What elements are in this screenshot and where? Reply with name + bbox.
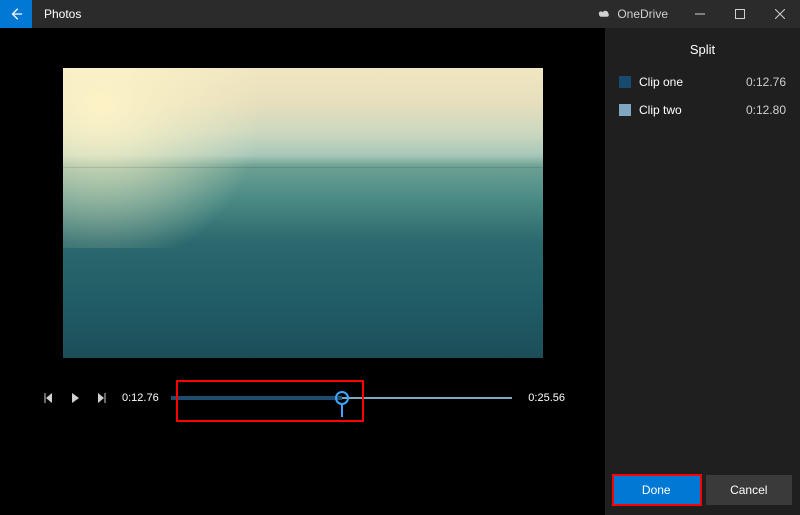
clip-color-swatch — [619, 76, 631, 88]
clip-list: Clip one 0:12.76 Clip two 0:12.80 — [605, 75, 800, 117]
clip-row[interactable]: Clip one 0:12.76 — [619, 75, 786, 89]
timeline-clip-one — [171, 396, 342, 400]
side-panel: Split Clip one 0:12.76 Clip two 0:12.80 … — [605, 28, 800, 515]
minimize-button[interactable] — [680, 0, 720, 28]
cancel-button[interactable]: Cancel — [706, 475, 793, 505]
maximize-icon — [735, 9, 745, 19]
panel-footer: Done Cancel — [605, 467, 800, 515]
split-playhead[interactable] — [335, 391, 349, 405]
titlebar: Photos OneDrive — [0, 0, 800, 28]
clip-name: Clip one — [639, 75, 746, 89]
clip-name: Clip two — [639, 103, 746, 117]
transport-controls: 0:12.76 0:25.56 — [0, 358, 605, 410]
total-time: 0:25.56 — [520, 392, 565, 404]
frame-back-button[interactable] — [40, 389, 58, 407]
playhead-handle-icon — [335, 391, 349, 405]
back-button[interactable] — [0, 0, 32, 28]
close-button[interactable] — [760, 0, 800, 28]
frame-forward-icon — [96, 393, 106, 403]
video-content-decoration — [63, 167, 543, 168]
titlebar-spacer — [81, 0, 585, 28]
minimize-icon — [695, 9, 705, 19]
current-time: 0:12.76 — [118, 392, 163, 404]
timeline[interactable] — [171, 386, 513, 410]
frame-back-icon — [44, 393, 54, 403]
cloud-icon — [597, 9, 611, 19]
close-icon — [775, 9, 785, 19]
back-arrow-icon — [9, 7, 23, 21]
video-content-decoration — [63, 68, 283, 248]
playhead-stem-icon — [341, 405, 343, 417]
panel-title: Split — [605, 28, 800, 75]
clip-time: 0:12.80 — [746, 103, 786, 117]
window-controls — [680, 0, 800, 28]
app-title: Photos — [40, 7, 81, 21]
titlebar-left: Photos — [0, 0, 81, 28]
onedrive-status[interactable]: OneDrive — [585, 0, 680, 28]
done-button[interactable]: Done — [613, 475, 700, 505]
clip-row[interactable]: Clip two 0:12.80 — [619, 103, 786, 117]
timeline-clip-two — [342, 397, 513, 399]
maximize-button[interactable] — [720, 0, 760, 28]
onedrive-label: OneDrive — [617, 7, 668, 21]
play-icon — [70, 393, 80, 403]
video-preview[interactable] — [63, 68, 543, 358]
clip-color-swatch — [619, 104, 631, 116]
preview-area: 0:12.76 0:25.56 — [0, 28, 605, 515]
play-button[interactable] — [66, 389, 84, 407]
frame-forward-button[interactable] — [92, 389, 110, 407]
main: 0:12.76 0:25.56 Split Clip one 0:12.76 — [0, 28, 800, 515]
clip-time: 0:12.76 — [746, 75, 786, 89]
